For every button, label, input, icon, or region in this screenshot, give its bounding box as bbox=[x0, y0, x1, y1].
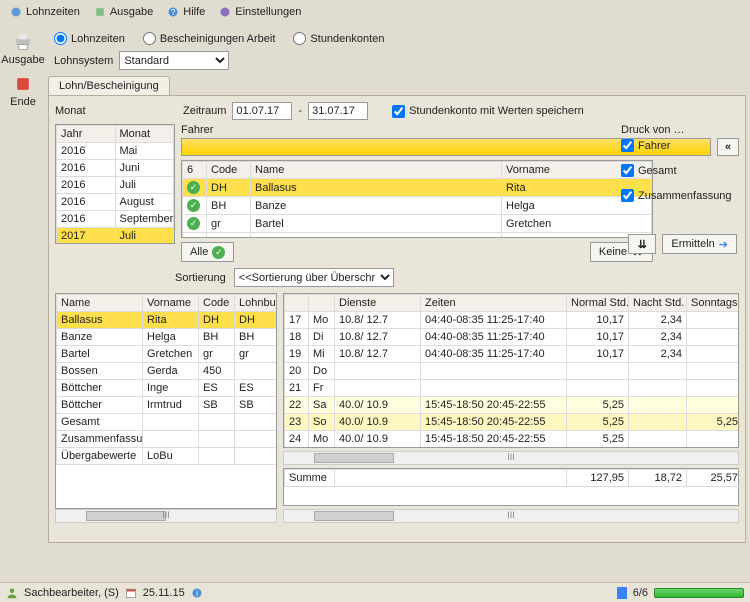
result-persons-grid[interactable]: NameVornameCodeLohnbuchBallasusRitaDHDHB… bbox=[55, 293, 277, 509]
fahrer-select-grid[interactable]: 6CodeNameVorname ✓DHBallasusRita✓BHBanze… bbox=[181, 160, 653, 238]
monat-label: Monat bbox=[55, 105, 101, 117]
year-month-grid[interactable]: JahrMonat2016Mai2016Juni2016Juli2016Augu… bbox=[55, 124, 175, 244]
check-icon: ✓ bbox=[212, 246, 225, 259]
menu-ausgabe[interactable]: Ausgabe bbox=[94, 6, 153, 18]
date-from[interactable] bbox=[232, 102, 292, 120]
sortierung-label: Sortierung bbox=[175, 272, 226, 284]
summe-grid: Summe 127,95 18,72 25,57 bbox=[283, 468, 739, 506]
menu-einstellungen[interactable]: Einstellungen bbox=[219, 6, 301, 18]
menu-lohnzeiten[interactable]: Lohnzeiten bbox=[10, 6, 80, 18]
chk-druck-fahrer[interactable]: Fahrer bbox=[621, 139, 731, 152]
druck-von-label: Druck von … bbox=[621, 124, 731, 139]
sidebar-ausgabe[interactable]: Ausgabe bbox=[1, 32, 44, 66]
status-user: Sachbearbeiter, (S) bbox=[24, 587, 119, 599]
radio-stundenkonten[interactable]: Stundenkonten bbox=[293, 32, 384, 45]
chk-druck-zusammenfassung[interactable]: Zusammenfassung bbox=[621, 189, 731, 202]
calendar-icon bbox=[125, 587, 137, 599]
arrow-right-icon: ➔ bbox=[719, 238, 728, 251]
radio-bescheinigungen[interactable]: Bescheinigungen Arbeit bbox=[143, 32, 276, 45]
progress-bar bbox=[654, 588, 744, 598]
lohnsystem-label: Lohnsystem bbox=[54, 55, 113, 67]
flag-icon bbox=[617, 587, 627, 599]
user-icon bbox=[6, 587, 18, 599]
info-icon[interactable]: i bbox=[191, 587, 203, 599]
date-to[interactable] bbox=[308, 102, 368, 120]
alle-button[interactable]: Alle✓ bbox=[181, 242, 234, 262]
result-times-grid[interactable]: DiensteZeitenNormal Std.Nacht Std.Sonnta… bbox=[283, 293, 739, 448]
summe-scrollbar[interactable]: III bbox=[283, 509, 739, 523]
menu-hilfe[interactable]: ?Hilfe bbox=[167, 6, 205, 18]
svg-text:?: ? bbox=[171, 8, 176, 17]
printer-icon bbox=[13, 32, 33, 52]
status-count: 6/6 bbox=[633, 587, 648, 599]
sortierung-select[interactable]: <<Sortierung über Überschr bbox=[234, 268, 394, 287]
expand-toggle-button[interactable]: ⇊ bbox=[628, 234, 656, 254]
zeitraum-label: Zeitraum bbox=[183, 105, 226, 117]
fahrer-label: Fahrer bbox=[181, 124, 213, 136]
chk-stundenkonto-speichern[interactable]: Stundenkonto mit Werten speichern bbox=[392, 105, 584, 118]
lohnsystem-select[interactable]: Standard bbox=[119, 51, 229, 70]
stop-icon bbox=[13, 74, 33, 94]
times-scrollbar[interactable]: III bbox=[283, 451, 739, 465]
sidebar-ende[interactable]: Ende bbox=[10, 74, 36, 108]
left-scrollbar[interactable]: III bbox=[55, 509, 277, 523]
svg-text:i: i bbox=[196, 589, 198, 598]
ermitteln-button[interactable]: Ermitteln➔ bbox=[662, 234, 737, 254]
radio-lohnzeiten[interactable]: Lohnzeiten bbox=[54, 32, 125, 45]
status-date: 25.11.15 bbox=[143, 587, 185, 599]
chk-druck-gesamt[interactable]: Gesamt bbox=[621, 164, 731, 177]
tab-lohn-bescheinigung[interactable]: Lohn/Bescheinigung bbox=[48, 76, 170, 95]
